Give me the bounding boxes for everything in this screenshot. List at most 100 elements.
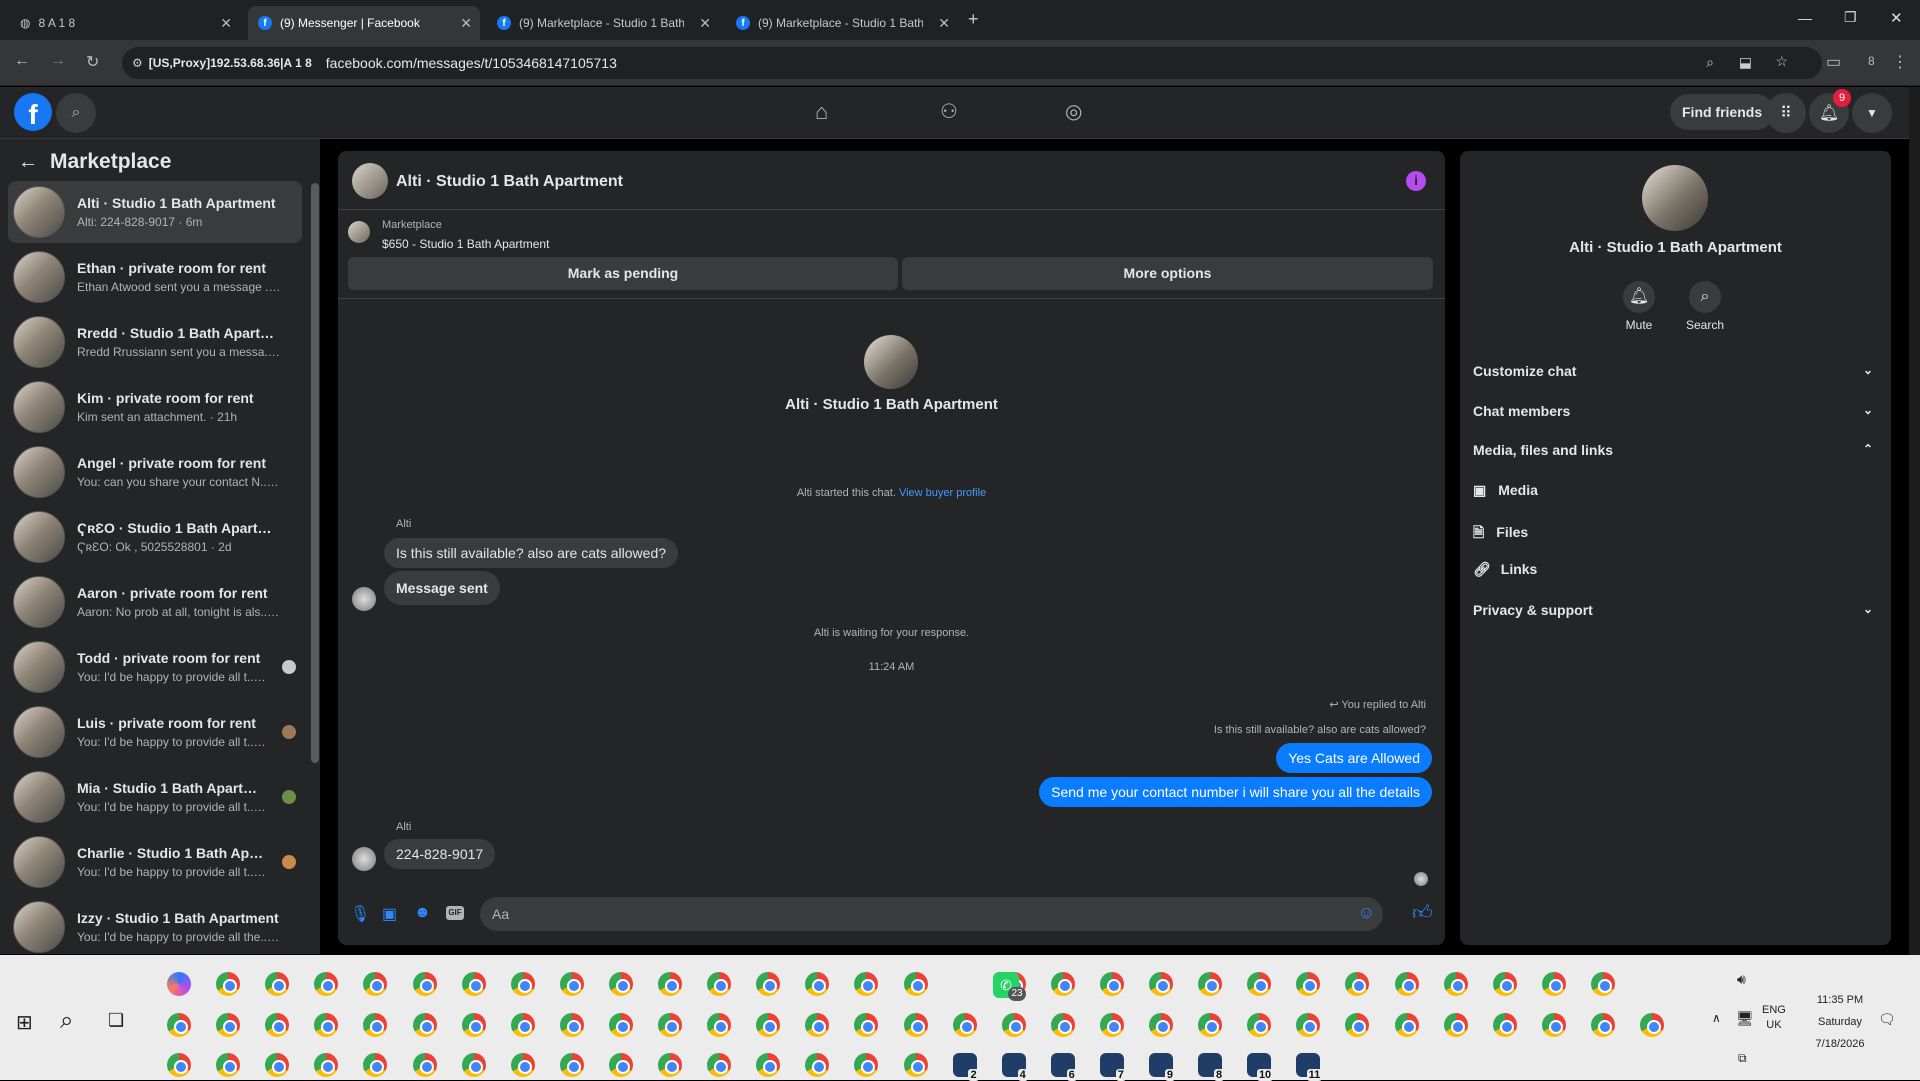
chrome-app-icon[interactable] [1099, 1013, 1124, 1037]
chrome-app-icon[interactable] [265, 972, 290, 996]
view-buyer-profile-link[interactable]: View buyer profile [899, 487, 986, 499]
minimize-button[interactable]: — [1798, 10, 1812, 26]
search-icon[interactable]: ⌕ [60, 1007, 73, 1035]
media-row[interactable]: ▣ Media [1473, 482, 1873, 499]
chrome-app-icon[interactable] [805, 1053, 830, 1077]
chrome-app-icon[interactable] [1590, 1013, 1615, 1037]
restore-button[interactable]: ❐ [1844, 9, 1857, 26]
chrome-app-icon[interactable] [167, 1053, 191, 1077]
chrome-app-icon[interactable] [707, 1053, 732, 1077]
chat-members-row[interactable]: Chat members ⌄ [1473, 403, 1873, 419]
microphone-icon[interactable]: 🎙︎ [350, 904, 370, 924]
facebook-logo[interactable]: f [14, 93, 52, 131]
profile-count[interactable]: 8 [1868, 54, 1875, 68]
gif-icon[interactable]: GIF [446, 906, 464, 920]
chrome-app-icon[interactable] [1492, 972, 1517, 996]
chrome-app-icon[interactable] [854, 1053, 879, 1077]
tray-chevron-icon[interactable]: ∧ [1712, 1011, 1721, 1025]
chrome-app-icon[interactable] [1198, 1013, 1223, 1037]
chrome-app-icon[interactable] [903, 972, 928, 996]
back-arrow-icon[interactable]: ← [18, 151, 38, 174]
install-icon[interactable]: ⬓ [1739, 54, 1752, 71]
chrome-app-icon[interactable] [1640, 1013, 1664, 1037]
chrome-app-icon[interactable] [510, 972, 535, 996]
chrome-app-icon[interactable] [805, 1013, 830, 1037]
files-row[interactable]: 🗎 Files [1473, 522, 1873, 546]
tab-messenger[interactable]: f (9) Messenger | Facebook ✕ [248, 6, 480, 40]
chrome-app-icon[interactable] [559, 1013, 584, 1037]
chrome-app-icon[interactable] [707, 972, 732, 996]
network-icon[interactable]: 🖥︎ [1736, 1010, 1754, 1027]
menu-dots-icon[interactable]: ⋮ [1892, 52, 1908, 72]
tab-marketplace-2[interactable]: f (9) Marketplace - Studio 1 Bath ✕ [726, 6, 958, 40]
conversation-item[interactable]: Todd · private room for rent You: I'd be … [8, 636, 302, 698]
find-friends-button[interactable]: Find friends [1670, 94, 1775, 130]
mute-bell-icon[interactable]: 🔔︎ [1623, 281, 1655, 313]
numbered-app-icon[interactable]: 4 [1001, 1053, 1028, 1081]
mark-pending-button[interactable]: Mark as pending [348, 257, 898, 290]
chrome-app-icon[interactable] [1296, 1013, 1321, 1037]
chrome-app-icon[interactable] [1247, 972, 1272, 996]
chrome-app-icon[interactable] [216, 1053, 241, 1077]
chrome-app-icon[interactable] [216, 1013, 241, 1037]
chrome-app-icon[interactable] [461, 1013, 486, 1037]
menu-grid-icon[interactable]: ⠿ [1766, 93, 1806, 133]
chrome-app-icon[interactable] [658, 1013, 682, 1037]
chrome-app-icon[interactable] [265, 1013, 290, 1037]
chrome-app-icon[interactable] [1149, 1013, 1173, 1037]
numbered-app-icon[interactable]: 10 [1247, 1053, 1274, 1081]
device-icon[interactable]: ⧉ [1738, 1051, 1747, 1066]
chrome-app-icon[interactable] [1541, 972, 1566, 996]
chrome-app-icon[interactable] [363, 972, 388, 996]
copilot-icon[interactable] [167, 972, 191, 996]
chrome-app-icon[interactable] [412, 1013, 437, 1037]
chrome-app-icon[interactable] [1099, 972, 1124, 996]
bookmark-star-icon[interactable]: ☆ [1775, 53, 1788, 70]
chrome-app-icon[interactable] [1050, 972, 1075, 996]
chrome-app-icon[interactable] [707, 1013, 732, 1037]
photo-icon[interactable]: ▣ [382, 904, 397, 924]
close-tab-icon[interactable]: ✕ [460, 15, 472, 32]
chrome-app-icon[interactable] [805, 972, 830, 996]
tab-profile[interactable]: ◍ 8 A 1 8 ✕ [10, 6, 240, 40]
chrome-app-icon[interactable] [756, 1053, 781, 1077]
search-icon[interactable]: ⌕ [1689, 281, 1721, 313]
chrome-app-icon[interactable] [1394, 972, 1419, 996]
incoming-message[interactable]: Message sent [384, 571, 500, 605]
home-icon[interactable]: ⌂ [815, 99, 828, 125]
close-tab-icon[interactable]: ✕ [938, 15, 950, 32]
chrome-app-icon[interactable] [854, 972, 879, 996]
chrome-app-icon[interactable] [903, 1053, 928, 1077]
chat-avatar[interactable] [352, 163, 388, 199]
incoming-message[interactable]: 224-828-9017 [384, 839, 496, 869]
conversation-item[interactable]: Luis · private room for rent You: I'd be … [8, 701, 302, 763]
chrome-app-icon[interactable] [756, 1013, 781, 1037]
chrome-app-icon[interactable] [510, 1013, 535, 1037]
chat-title[interactable]: Alti · Studio 1 Bath Apartment [396, 173, 623, 191]
chrome-app-icon[interactable] [216, 972, 241, 996]
numbered-app-icon[interactable]: 7 [1099, 1053, 1126, 1081]
links-row[interactable]: 🔗︎ Links [1473, 561, 1873, 578]
chrome-app-icon[interactable] [658, 1053, 682, 1077]
site-info-icon[interactable]: ⚙ [132, 56, 143, 70]
chrome-app-icon[interactable] [412, 972, 437, 996]
clock[interactable]: 11:35 PM Saturday 7/18/2026 [1795, 989, 1885, 1055]
like-thumb-icon[interactable]: 👍︎ [1412, 901, 1433, 925]
chrome-app-icon[interactable] [1443, 1013, 1468, 1037]
chrome-app-icon[interactable] [1247, 1013, 1272, 1037]
account-chevron-icon[interactable]: ▼ [1852, 93, 1892, 133]
zoom-icon[interactable]: ⌕ [1706, 54, 1714, 71]
numbered-app-icon[interactable]: 8 [1198, 1053, 1225, 1081]
emoji-icon[interactable]: ☺ [1358, 903, 1375, 923]
chrome-app-icon[interactable] [314, 1053, 339, 1077]
numbered-app-icon[interactable]: 6 [1050, 1053, 1077, 1081]
chrome-app-icon[interactable] [1296, 972, 1321, 996]
chrome-app-icon[interactable] [608, 972, 633, 996]
numbered-app-icon[interactable]: 2 [952, 1053, 979, 1081]
chrome-app-icon[interactable] [265, 1053, 290, 1077]
conversation-item[interactable]: Angel · private room for rent You: can yo… [8, 441, 302, 503]
search-icon[interactable]: ⌕ [56, 93, 96, 133]
chrome-app-icon[interactable] [363, 1053, 388, 1077]
listing-title[interactable]: $650 - Studio 1 Bath Apartment [382, 237, 549, 251]
close-tab-icon[interactable]: ✕ [699, 15, 711, 32]
